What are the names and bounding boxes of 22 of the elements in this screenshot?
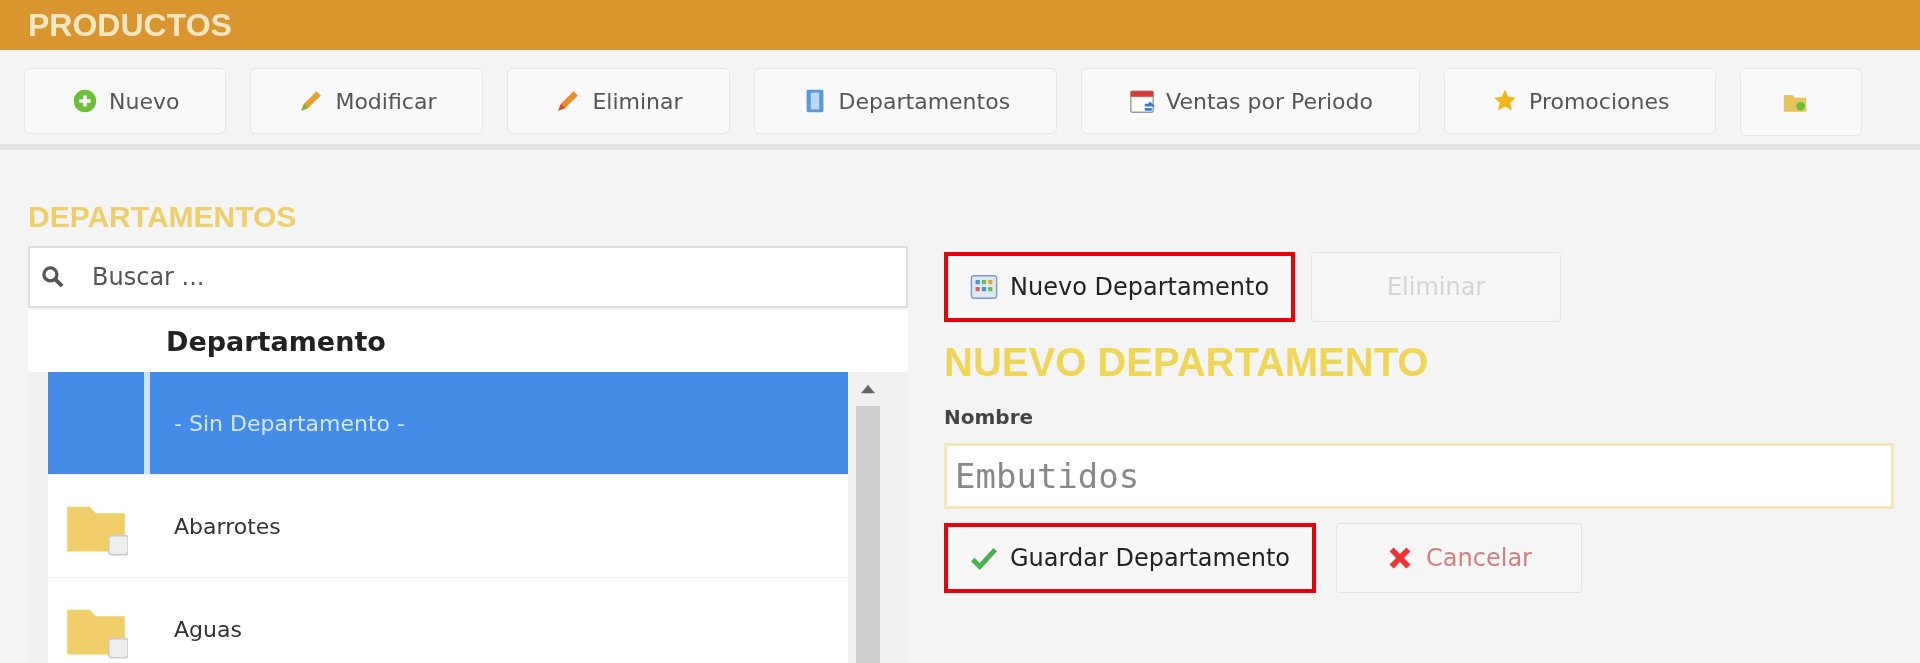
toolbar-button[interactable] [1740, 68, 1863, 136]
plus-circle-icon [71, 87, 99, 115]
toolbar-button[interactable]: Nuevo [24, 68, 227, 134]
column-header: Departamento [166, 325, 386, 357]
toolbar-button[interactable]: Eliminar [507, 68, 730, 134]
toolbar-button[interactable]: Promociones [1444, 68, 1717, 134]
name-field[interactable]: Embutidos [944, 443, 1894, 509]
grid-icon [970, 273, 998, 301]
page-title: PRODUCTOS [28, 6, 232, 44]
toolbar-button[interactable]: Departamentos [753, 68, 1058, 134]
form-heading: NUEVO DEPARTAMENTO [944, 340, 1430, 385]
search-field[interactable]: Buscar ... [28, 246, 908, 308]
table-row[interactable]: Abarrotes [48, 475, 848, 578]
table-row[interactable]: Aguas [48, 578, 848, 663]
toolbar-button[interactable]: Ventas por Periodo [1081, 68, 1420, 134]
section-heading: DEPARTAMENTOS [28, 200, 298, 234]
form-button[interactable]: Guardar Departamento [944, 523, 1317, 593]
search-icon [40, 264, 66, 290]
field-label: Nombre [944, 405, 1035, 429]
action-button[interactable]: Nuevo Departamento [944, 252, 1296, 322]
toolbar-button[interactable]: Modificar [250, 68, 484, 134]
scroll-up-icon[interactable] [861, 384, 875, 394]
